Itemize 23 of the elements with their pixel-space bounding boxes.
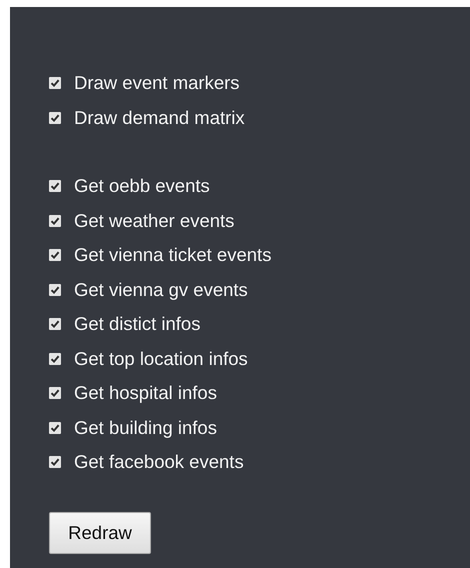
- checkbox[interactable]: [49, 284, 61, 296]
- checkbox[interactable]: [49, 352, 61, 365]
- checkbox-label[interactable]: Get top location infos: [74, 348, 248, 370]
- checkbox[interactable]: [49, 387, 61, 400]
- checkbox[interactable]: [49, 318, 61, 330]
- checkbox-label[interactable]: Draw demand matrix: [74, 106, 245, 129]
- checkbox-label[interactable]: Get hospital infos: [74, 382, 217, 404]
- checkbox-label[interactable]: Get building infos: [74, 416, 217, 439]
- checkbox[interactable]: [49, 249, 61, 262]
- checkbox[interactable]: [49, 422, 61, 434]
- checkbox-label[interactable]: Get vienna ticket events: [74, 244, 272, 266]
- checkbox[interactable]: [49, 112, 61, 124]
- redraw-button[interactable]: Redraw: [49, 512, 151, 554]
- checkbox-label[interactable]: Get oebb events: [74, 175, 210, 198]
- checkbox-label[interactable]: Get distict infos: [74, 313, 200, 336]
- checkbox[interactable]: [49, 77, 61, 90]
- checkbox-label[interactable]: Get weather events: [74, 210, 234, 232]
- checkbox[interactable]: [49, 214, 61, 227]
- checkbox[interactable]: [49, 180, 61, 192]
- checkbox[interactable]: [49, 456, 61, 468]
- checkbox-label[interactable]: Draw event markers: [74, 72, 240, 94]
- checkbox-label[interactable]: Get facebook events: [74, 451, 244, 474]
- checkbox-label[interactable]: Get vienna gv events: [74, 278, 248, 301]
